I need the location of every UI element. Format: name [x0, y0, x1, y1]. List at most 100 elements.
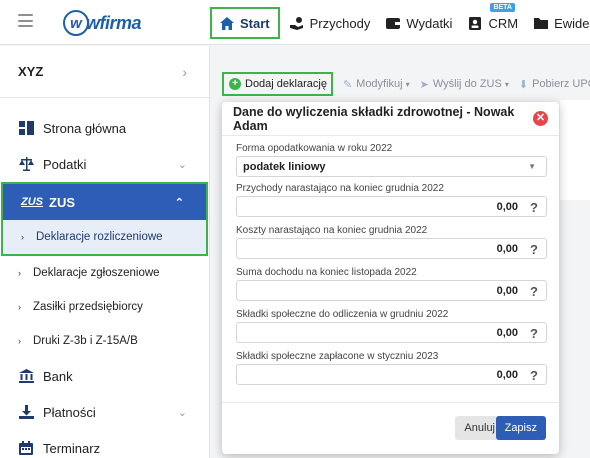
contact-card-icon [468, 16, 482, 30]
download-icon [18, 404, 34, 420]
chevron-right-icon: › [18, 302, 21, 312]
sidebar-subitem-druki[interactable]: › Druki Z-3b i Z-15A/B [0, 324, 209, 358]
add-declaration-button[interactable]: + Dodaj deklarację [222, 72, 333, 96]
revenue-label: Przychody narastająco na koniec grudnia … [236, 183, 444, 194]
add-declaration-label: Dodaj deklarację [245, 78, 327, 90]
sidebar-item-label: Strona główna [43, 120, 127, 136]
sidebar-item-label: Podatki [43, 156, 87, 172]
dashboard-icon [18, 120, 34, 136]
social-deduct-label: Składki społeczne do odliczenia w grudni… [236, 309, 449, 320]
sidebar-item-terminarz[interactable]: Terminarz [0, 430, 209, 458]
edit-icon: ✎ [342, 78, 353, 91]
revenue-input[interactable]: 0,00 ? [236, 196, 547, 217]
fetch-upo-button[interactable]: ⬇ Pobierz UPO [519, 78, 590, 91]
sidebar-item-label: Bank [43, 368, 73, 384]
sidebar-item-label: Terminarz [43, 440, 101, 456]
sidebar: XYZ › Strona główna Podatki ⌄ ZUS ZUS ⌃ … [0, 46, 210, 458]
beta-badge: BETA [490, 3, 515, 12]
nav-crm[interactable]: BETA CRM [462, 3, 524, 39]
sidebar-subitem-label: Zasiłki przedsiębiorcy [33, 301, 143, 313]
sidebar-subitem-label: Deklaracje rozliczeniowe [36, 231, 163, 243]
tax-form-field: Forma opodatkowania w roku 2022 podatek … [236, 143, 547, 177]
caret-down-icon: ▼ [528, 162, 536, 171]
social-deduct-input[interactable]: 0,00 ? [236, 322, 547, 343]
modal-title: Dane do wyliczenia składki zdrowotnej - … [233, 104, 515, 133]
home-icon [220, 16, 234, 30]
modal-header: Dane do wyliczenia składki zdrowotnej - … [222, 102, 559, 136]
chevron-right-icon: › [182, 63, 187, 80]
sidebar-item-label: ZUS [49, 194, 75, 210]
income-sum-input[interactable]: 0,00 ? [236, 280, 547, 301]
help-icon[interactable]: ? [526, 365, 542, 386]
sidebar-subitem-zasilki[interactable]: › Zasiłki przedsiębiorcy [0, 290, 209, 324]
revenue-field: Przychody narastająco na koniec grudnia … [236, 183, 547, 217]
chevron-down-icon: ⌄ [177, 406, 187, 419]
nav-start-label: Start [240, 15, 270, 31]
folder-icon [534, 16, 549, 30]
income-sum-field: Suma dochodu na koniec listopada 2022 0,… [236, 267, 547, 301]
fetch-upo-label: Pobierz UPO [532, 78, 590, 90]
tax-form-select[interactable]: podatek liniowy ▼ [236, 156, 547, 177]
social-paid-label: Składki społeczne zapłacone w styczniu 2… [236, 351, 439, 362]
social-deduct-value: 0,00 [496, 326, 518, 339]
help-icon[interactable]: ? [526, 323, 542, 344]
tax-form-value: podatek liniowy [243, 160, 326, 173]
nav-ewidencje-label: Ewidencje [554, 15, 590, 31]
wfirma-logo[interactable]: w wfirma [63, 9, 142, 37]
modify-label: Modyfikuj [356, 78, 403, 90]
main-nav: Start Przychody Wydatki BETA CRM Ewidenc… [210, 3, 590, 40]
download-icon: ⬇ [518, 78, 529, 91]
sidebar-subitem-label: Druki Z-3b i Z-15A/B [33, 335, 138, 347]
company-name: XYZ [18, 64, 44, 79]
hand-coin-icon [289, 16, 304, 30]
modify-button[interactable]: ✎ Modyfikuj ▾ [343, 78, 410, 91]
sidebar-subitem-label: Deklaracje zgłoszeniowe [33, 267, 160, 279]
nav-przychody[interactable]: Przychody [284, 7, 377, 39]
company-switcher[interactable]: XYZ › [0, 46, 209, 98]
help-icon[interactable]: ? [526, 197, 542, 218]
costs-input[interactable]: 0,00 ? [236, 238, 547, 259]
logo-text: wfirma [86, 12, 142, 33]
send-zus-button[interactable]: ➤ Wyślij do ZUS ▾ [420, 78, 509, 91]
costs-label: Koszty narastająco na koniec grudnia 202… [236, 225, 428, 236]
social-paid-input[interactable]: 0,00 ? [236, 364, 547, 385]
caret-down-icon: ▾ [504, 79, 509, 89]
declarations-toolbar: + Dodaj deklarację ✎ Modyfikuj ▾ ➤ Wyśli… [222, 70, 590, 98]
send-icon: ➤ [419, 78, 429, 91]
sidebar-item-bank[interactable]: Bank [0, 358, 209, 394]
tax-form-label: Forma opodatkowania w roku 2022 [236, 143, 393, 154]
chevron-right-icon: › [18, 268, 21, 278]
nav-wydatki[interactable]: Wydatki [380, 7, 458, 39]
nav-ewidencje[interactable]: Ewidencje [528, 7, 590, 39]
social-deduct-field: Składki społeczne do odliczenia w grudni… [236, 309, 547, 343]
chevron-down-icon: ⌄ [177, 158, 187, 171]
modal-body: Forma opodatkowania w roku 2022 podatek … [222, 137, 559, 397]
help-icon[interactable]: ? [526, 281, 542, 302]
close-icon[interactable]: ✕ [533, 111, 548, 126]
top-bar: w wfirma Start Przychody Wydatki BETA CR… [0, 0, 590, 45]
save-button[interactable]: Zapisz [495, 416, 546, 440]
help-icon[interactable]: ? [526, 239, 542, 260]
revenue-value: 0,00 [496, 200, 518, 213]
sidebar-item-platnosci[interactable]: Płatności ⌄ [0, 394, 209, 430]
sidebar-item-label: Płatności [43, 404, 96, 420]
content-panel [560, 100, 590, 200]
sidebar-subitem-deklaracje-zgloszeniowe[interactable]: › Deklaracje zgłoszeniowe [0, 256, 209, 290]
sidebar-item-podatki[interactable]: Podatki ⌄ [0, 146, 209, 182]
wallet-icon [386, 16, 401, 30]
nav-crm-label: CRM [488, 15, 519, 31]
nav-start[interactable]: Start [210, 7, 280, 39]
sidebar-item-strona-glowna[interactable]: Strona główna [0, 110, 209, 146]
costs-field: Koszty narastająco na koniec grudnia 202… [236, 225, 547, 259]
hamburger-menu-icon[interactable] [18, 14, 33, 27]
nav-przychody-label: Przychody [309, 15, 371, 31]
zus-section: ZUS ZUS ⌃ › Deklaracje rozliczeniowe [1, 182, 208, 256]
sidebar-item-zus[interactable]: ZUS ZUS ⌃ [3, 184, 206, 220]
calendar-icon [18, 440, 34, 456]
modal-footer: Anuluj Zapisz [222, 402, 559, 454]
income-sum-label: Suma dochodu na koniec listopada 2022 [236, 267, 417, 278]
send-zus-label: Wyślij do ZUS [432, 78, 502, 90]
sidebar-subitem-deklaracje-rozliczeniowe[interactable]: › Deklaracje rozliczeniowe [3, 220, 206, 254]
health-contribution-modal: Dane do wyliczenia składki zdrowotnej - … [222, 102, 559, 454]
costs-value: 0,00 [496, 242, 518, 255]
